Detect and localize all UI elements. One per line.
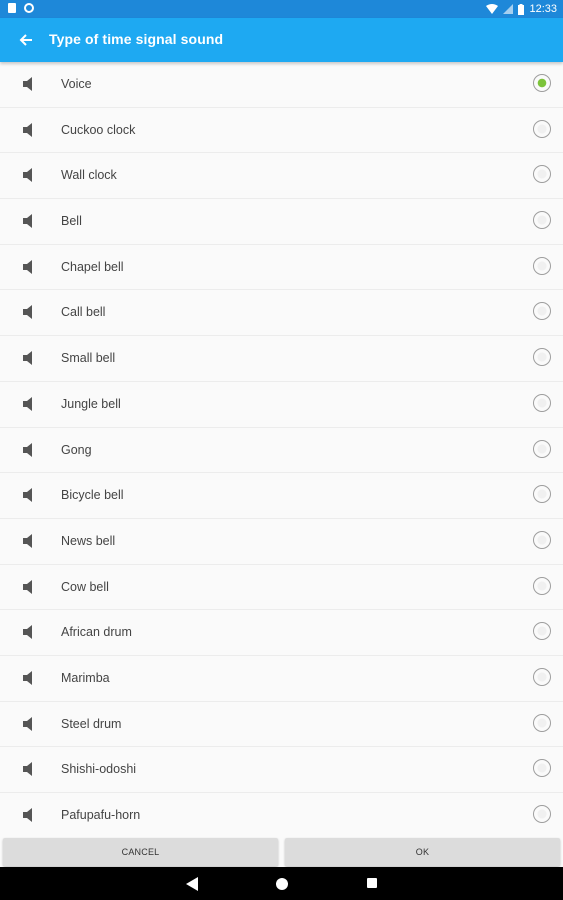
list-item-label: Pafupafu-horn: [61, 808, 141, 822]
list-item[interactable]: Pafupafu-horn: [0, 793, 563, 839]
list-item-label: Chapel bell: [61, 259, 124, 274]
list-item[interactable]: African drum: [0, 610, 563, 656]
list-item[interactable]: Call bell: [0, 290, 563, 337]
back-arrow-icon[interactable]: [16, 30, 36, 50]
sync-icon: [24, 3, 34, 13]
speaker-icon[interactable]: [22, 716, 36, 732]
radio-button[interactable]: [533, 759, 551, 778]
cancel-button[interactable]: CANCEL: [3, 838, 278, 866]
speaker-icon[interactable]: [22, 487, 36, 503]
radio-button[interactable]: [533, 393, 551, 412]
signal-icon: [503, 4, 514, 14]
battery-icon: [518, 3, 525, 15]
radio-button[interactable]: [533, 576, 551, 595]
speaker-icon[interactable]: [22, 396, 36, 412]
list-item[interactable]: Cow bell: [0, 564, 563, 611]
list-item-label: Jungle bell: [61, 396, 121, 411]
radio-button[interactable]: [533, 348, 551, 367]
speaker-icon[interactable]: [22, 761, 36, 777]
nav-back-icon[interactable]: [186, 877, 198, 891]
speaker-icon[interactable]: [22, 213, 36, 229]
list-item[interactable]: Bell: [0, 199, 563, 245]
list-item-label: Bicycle bell: [61, 488, 124, 503]
list-item-label: Bell: [61, 214, 82, 229]
radio-button[interactable]: [533, 165, 551, 184]
radio-button[interactable]: [533, 211, 551, 230]
status-bar: 12:33: [0, 0, 563, 18]
radio-button[interactable]: [533, 805, 551, 823]
ok-button[interactable]: OK: [285, 838, 560, 866]
speaker-icon[interactable]: [22, 122, 36, 138]
status-time: 12:33: [529, 3, 557, 15]
list-item[interactable]: Steel drum: [0, 701, 563, 748]
speaker-icon[interactable]: [22, 259, 36, 275]
radio-button[interactable]: [533, 530, 551, 549]
speaker-icon[interactable]: [22, 442, 36, 458]
list-item[interactable]: Jungle bell: [0, 381, 563, 428]
radio-button[interactable]: [533, 439, 551, 458]
radio-button[interactable]: [533, 667, 551, 686]
app-bar: Type of time signal sound: [0, 18, 563, 62]
list-item[interactable]: News bell: [0, 518, 563, 565]
radio-button[interactable]: [533, 256, 551, 275]
list-item-label: Gong: [61, 442, 92, 457]
speaker-icon[interactable]: [22, 670, 36, 686]
radio-button[interactable]: [533, 485, 551, 504]
status-left: [8, 3, 34, 13]
nav-home-icon[interactable]: [276, 878, 288, 890]
speaker-icon[interactable]: [22, 579, 36, 595]
list-item-label: Wall clock: [61, 168, 117, 183]
sd-card-icon: [8, 3, 16, 13]
list-item-label: Marimba: [61, 670, 110, 685]
list-item-label: Call bell: [61, 305, 106, 320]
page-title: Type of time signal sound: [49, 31, 224, 47]
list-item[interactable]: Chapel bell: [0, 244, 563, 291]
wifi-icon: [486, 4, 499, 14]
speaker-icon[interactable]: [22, 304, 36, 320]
list-item[interactable]: Bicycle bell: [0, 473, 563, 519]
list-item[interactable]: Shishi-odoshi: [0, 747, 563, 793]
speaker-icon[interactable]: [22, 76, 36, 92]
speaker-icon[interactable]: [22, 624, 36, 640]
list-item-label: Cuckoo clock: [61, 122, 136, 137]
list-item[interactable]: Gong: [0, 427, 563, 474]
list-item-label: News bell: [61, 533, 116, 548]
navigation-bar: [0, 867, 563, 900]
speaker-icon[interactable]: [22, 167, 36, 183]
nav-recent-apps-icon[interactable]: [367, 878, 377, 888]
radio-button[interactable]: [533, 302, 551, 321]
list-item-label: Shishi-odoshi: [61, 762, 137, 777]
list-item-label: African drum: [61, 625, 132, 640]
status-right: 12:33: [486, 2, 557, 16]
sound-list: Voice Cuckoo clock Wall clock Bell Chapel be…: [0, 62, 563, 839]
list-item[interactable]: Small bell: [0, 336, 563, 382]
radio-button[interactable]: [533, 713, 551, 732]
list-item-label: Cow bell: [61, 579, 109, 594]
radio-button[interactable]: [533, 622, 551, 641]
list-item-label: Steel drum: [61, 716, 122, 731]
radio-button[interactable]: [533, 119, 551, 138]
list-item[interactable]: Marimba: [0, 655, 563, 702]
list-item-label: Small bell: [61, 351, 116, 366]
speaker-icon[interactable]: [22, 350, 36, 366]
list-item[interactable]: Voice: [0, 62, 563, 108]
list-item[interactable]: Cuckoo clock: [0, 107, 563, 154]
speaker-icon[interactable]: [22, 533, 36, 549]
dialog-buttons: CANCEL OK: [0, 836, 563, 867]
list-item-label: Voice: [61, 77, 92, 91]
list-item[interactable]: Wall clock: [0, 153, 563, 200]
radio-button[interactable]: [533, 74, 551, 92]
speaker-icon[interactable]: [22, 807, 36, 823]
